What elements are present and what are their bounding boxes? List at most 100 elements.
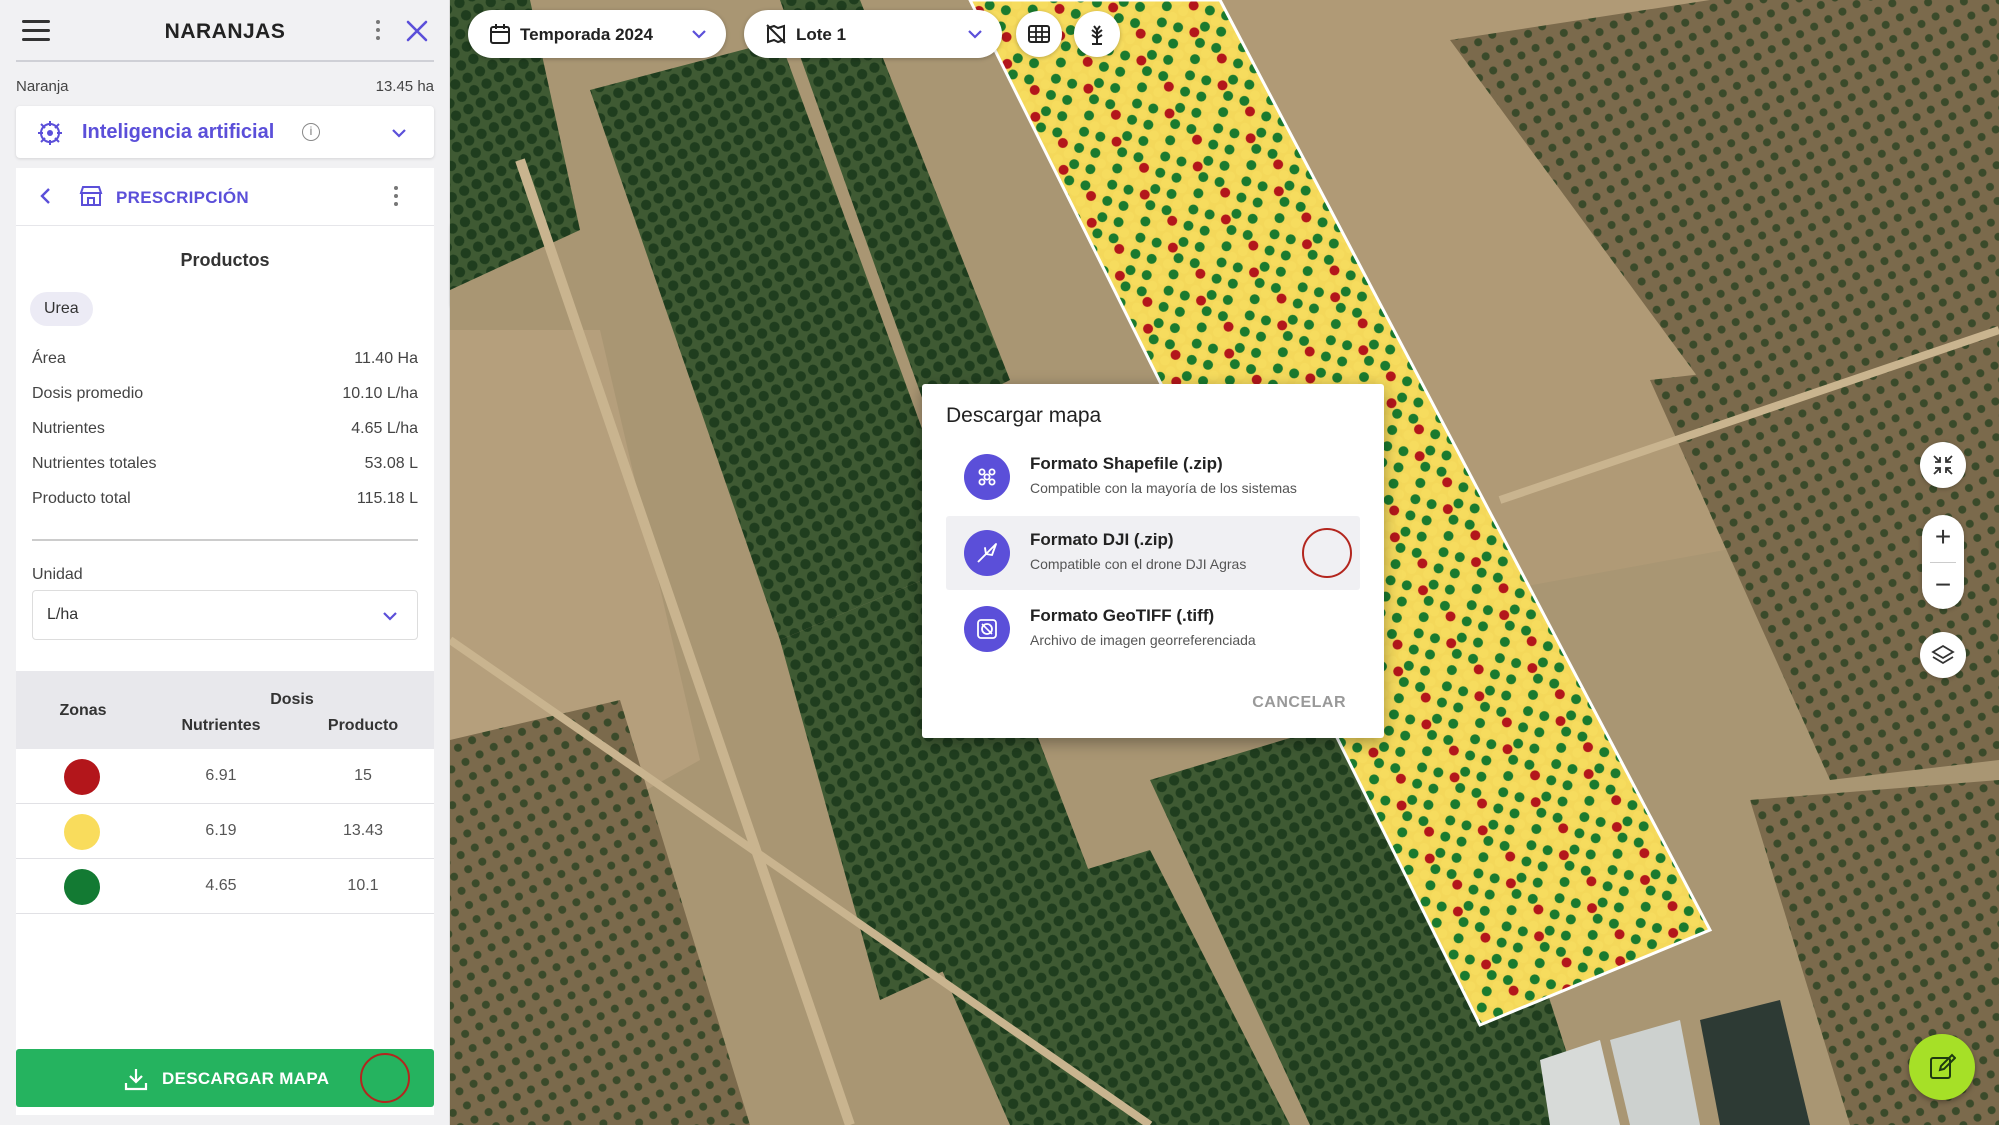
crop-info: Naranja 13.45 ha [16,78,434,95]
plant-icon [1091,25,1103,45]
edit-icon [1930,1053,1956,1079]
zoom-controls: + − [1922,515,1964,609]
stat-label: Área [32,350,66,367]
zoom-out-button[interactable]: − [1922,563,1964,609]
zone-nutrients: 6.19 [205,822,237,839]
stat-row: Producto total 115.18 L [32,490,418,525]
shapefile-icon [964,454,1010,500]
stat-value: 11.40 Ha [354,350,418,367]
zones-table-header: Zonas Dosis Nutrientes Producto [16,671,434,749]
option-subtitle: Compatible con el drone DJI Agras [1030,556,1247,572]
download-map-button[interactable]: DESCARGAR MAPA [16,1049,434,1107]
zoom-in-button[interactable]: + [1922,515,1964,561]
prescription-options-icon[interactable] [392,186,400,208]
zone-color-dot [64,814,100,850]
click-indicator [360,1053,410,1103]
stat-value: 53.08 L [364,455,418,472]
zone-nutrients: 6.91 [205,767,237,784]
ai-section-label: Inteligencia artificial [82,121,275,143]
crop-name: Naranja [16,78,69,95]
table-view-button[interactable] [1016,11,1062,57]
zone-color-dot [64,759,100,795]
zone-product: 10.1 [347,877,379,894]
prescription-panel: PRESCRIPCIÓN Productos Urea Área 11.40 Ha… [16,168,434,1115]
stat-label: Nutrientes [32,420,105,437]
stat-row: Nutrientes totales 53.08 L [32,455,418,490]
collapse-arrows-icon [1933,455,1953,475]
grid-icon [1028,25,1050,43]
option-subtitle: Compatible con la mayoría de los sistema… [1030,480,1297,496]
chevron-down-icon [692,30,706,39]
stat-label: Producto total [32,490,131,507]
zones-header: Zonas [59,702,107,719]
option-geotiff[interactable]: Formato GeoTIFF (.tiff) Archivo de image… [946,592,1360,666]
nutrients-header: Nutrientes [181,717,261,734]
ai-section-dropdown[interactable]: Inteligencia artificial i [16,106,434,158]
unit-select[interactable]: L/ha [32,590,418,640]
edit-button[interactable] [1909,1034,1975,1100]
prescription-title: PRESCRIPCIÓN [116,188,250,207]
drone-icon [964,530,1010,576]
chevron-down-icon [383,612,397,621]
stat-row: Dosis promedio 10.10 L/ha [32,385,418,420]
stat-row: Nutrientes 4.65 L/ha [32,420,418,455]
dose-header: Dosis [270,691,314,708]
back-icon[interactable] [36,186,56,206]
lot-label: Lote 1 [796,25,847,44]
brain-circuit-icon [38,121,62,145]
table-row: 6.19 13.43 [16,804,434,859]
sidebar-header: NARANJAS [16,0,434,62]
stat-label: Nutrientes totales [32,455,157,472]
dialog-title: Descargar mapa [946,404,1102,427]
zone-product: 13.43 [342,822,384,839]
lot-select[interactable]: Lote 1 [744,10,1002,58]
season-label: Temporada 2024 [520,25,653,44]
product-header: Producto [327,717,399,734]
close-icon[interactable] [404,18,430,44]
calendar-icon [490,24,510,44]
chevron-down-icon [968,30,982,39]
option-title: Formato DJI (.zip) [1030,530,1174,549]
table-row: 6.91 15 [16,749,434,804]
option-shapefile[interactable]: Formato Shapefile (.zip) Compatible con … [946,440,1360,514]
prescription-header: PRESCRIPCIÓN [16,168,434,226]
fullscreen-button[interactable] [1920,442,1966,488]
option-subtitle: Archivo de imagen georreferenciada [1030,632,1256,648]
unit-value: L/ha [47,606,79,623]
info-icon[interactable]: i [302,123,320,141]
page-title: NARANJAS [164,20,286,43]
crop-area: 13.45 ha [375,78,434,95]
stat-value: 115.18 L [356,490,418,507]
layers-button[interactable] [1920,632,1966,678]
download-icon [124,1069,148,1091]
geotiff-icon [964,606,1010,652]
option-dji[interactable]: Formato DJI (.zip) Compatible con el dro… [946,516,1360,590]
option-title: Formato GeoTIFF (.tiff) [1030,606,1215,625]
zone-product: 15 [354,767,372,784]
sidebar: NARANJAS Naranja 13.45 ha Inteligencia a… [0,0,450,1125]
cancel-button[interactable]: CANCELAR [1252,694,1346,712]
click-indicator [1302,528,1352,578]
zones-table: Zonas Dosis Nutrientes Producto 6.91 15 … [16,671,434,914]
download-map-label: DESCARGAR MAPA [162,1069,330,1088]
divider [32,539,418,541]
products-title: Productos [180,250,270,270]
more-options-icon[interactable] [374,20,382,42]
stat-row: Área 11.40 Ha [32,350,418,385]
unit-label: Unidad [32,566,83,583]
layers-icon [1931,644,1955,665]
chevron-down-icon [392,129,406,138]
season-select[interactable]: Temporada 2024 [468,10,726,58]
stats-list: Área 11.40 Ha Dosis promedio 10.10 L/ha Nu… [32,350,418,525]
product-chip[interactable]: Urea [30,292,93,326]
stat-label: Dosis promedio [32,385,144,402]
zone-nutrients: 4.65 [205,877,237,894]
download-map-dialog: Descargar mapa Formato Shapefile (.zip) … [922,384,1384,738]
zone-color-dot [64,869,100,905]
store-icon [79,186,103,206]
stat-value: 4.65 L/ha [351,420,418,437]
option-title: Formato Shapefile (.zip) [1030,454,1223,473]
map-crop-icon [766,24,786,44]
table-row: 4.65 10.1 [16,859,434,914]
plant-button[interactable] [1074,11,1120,57]
